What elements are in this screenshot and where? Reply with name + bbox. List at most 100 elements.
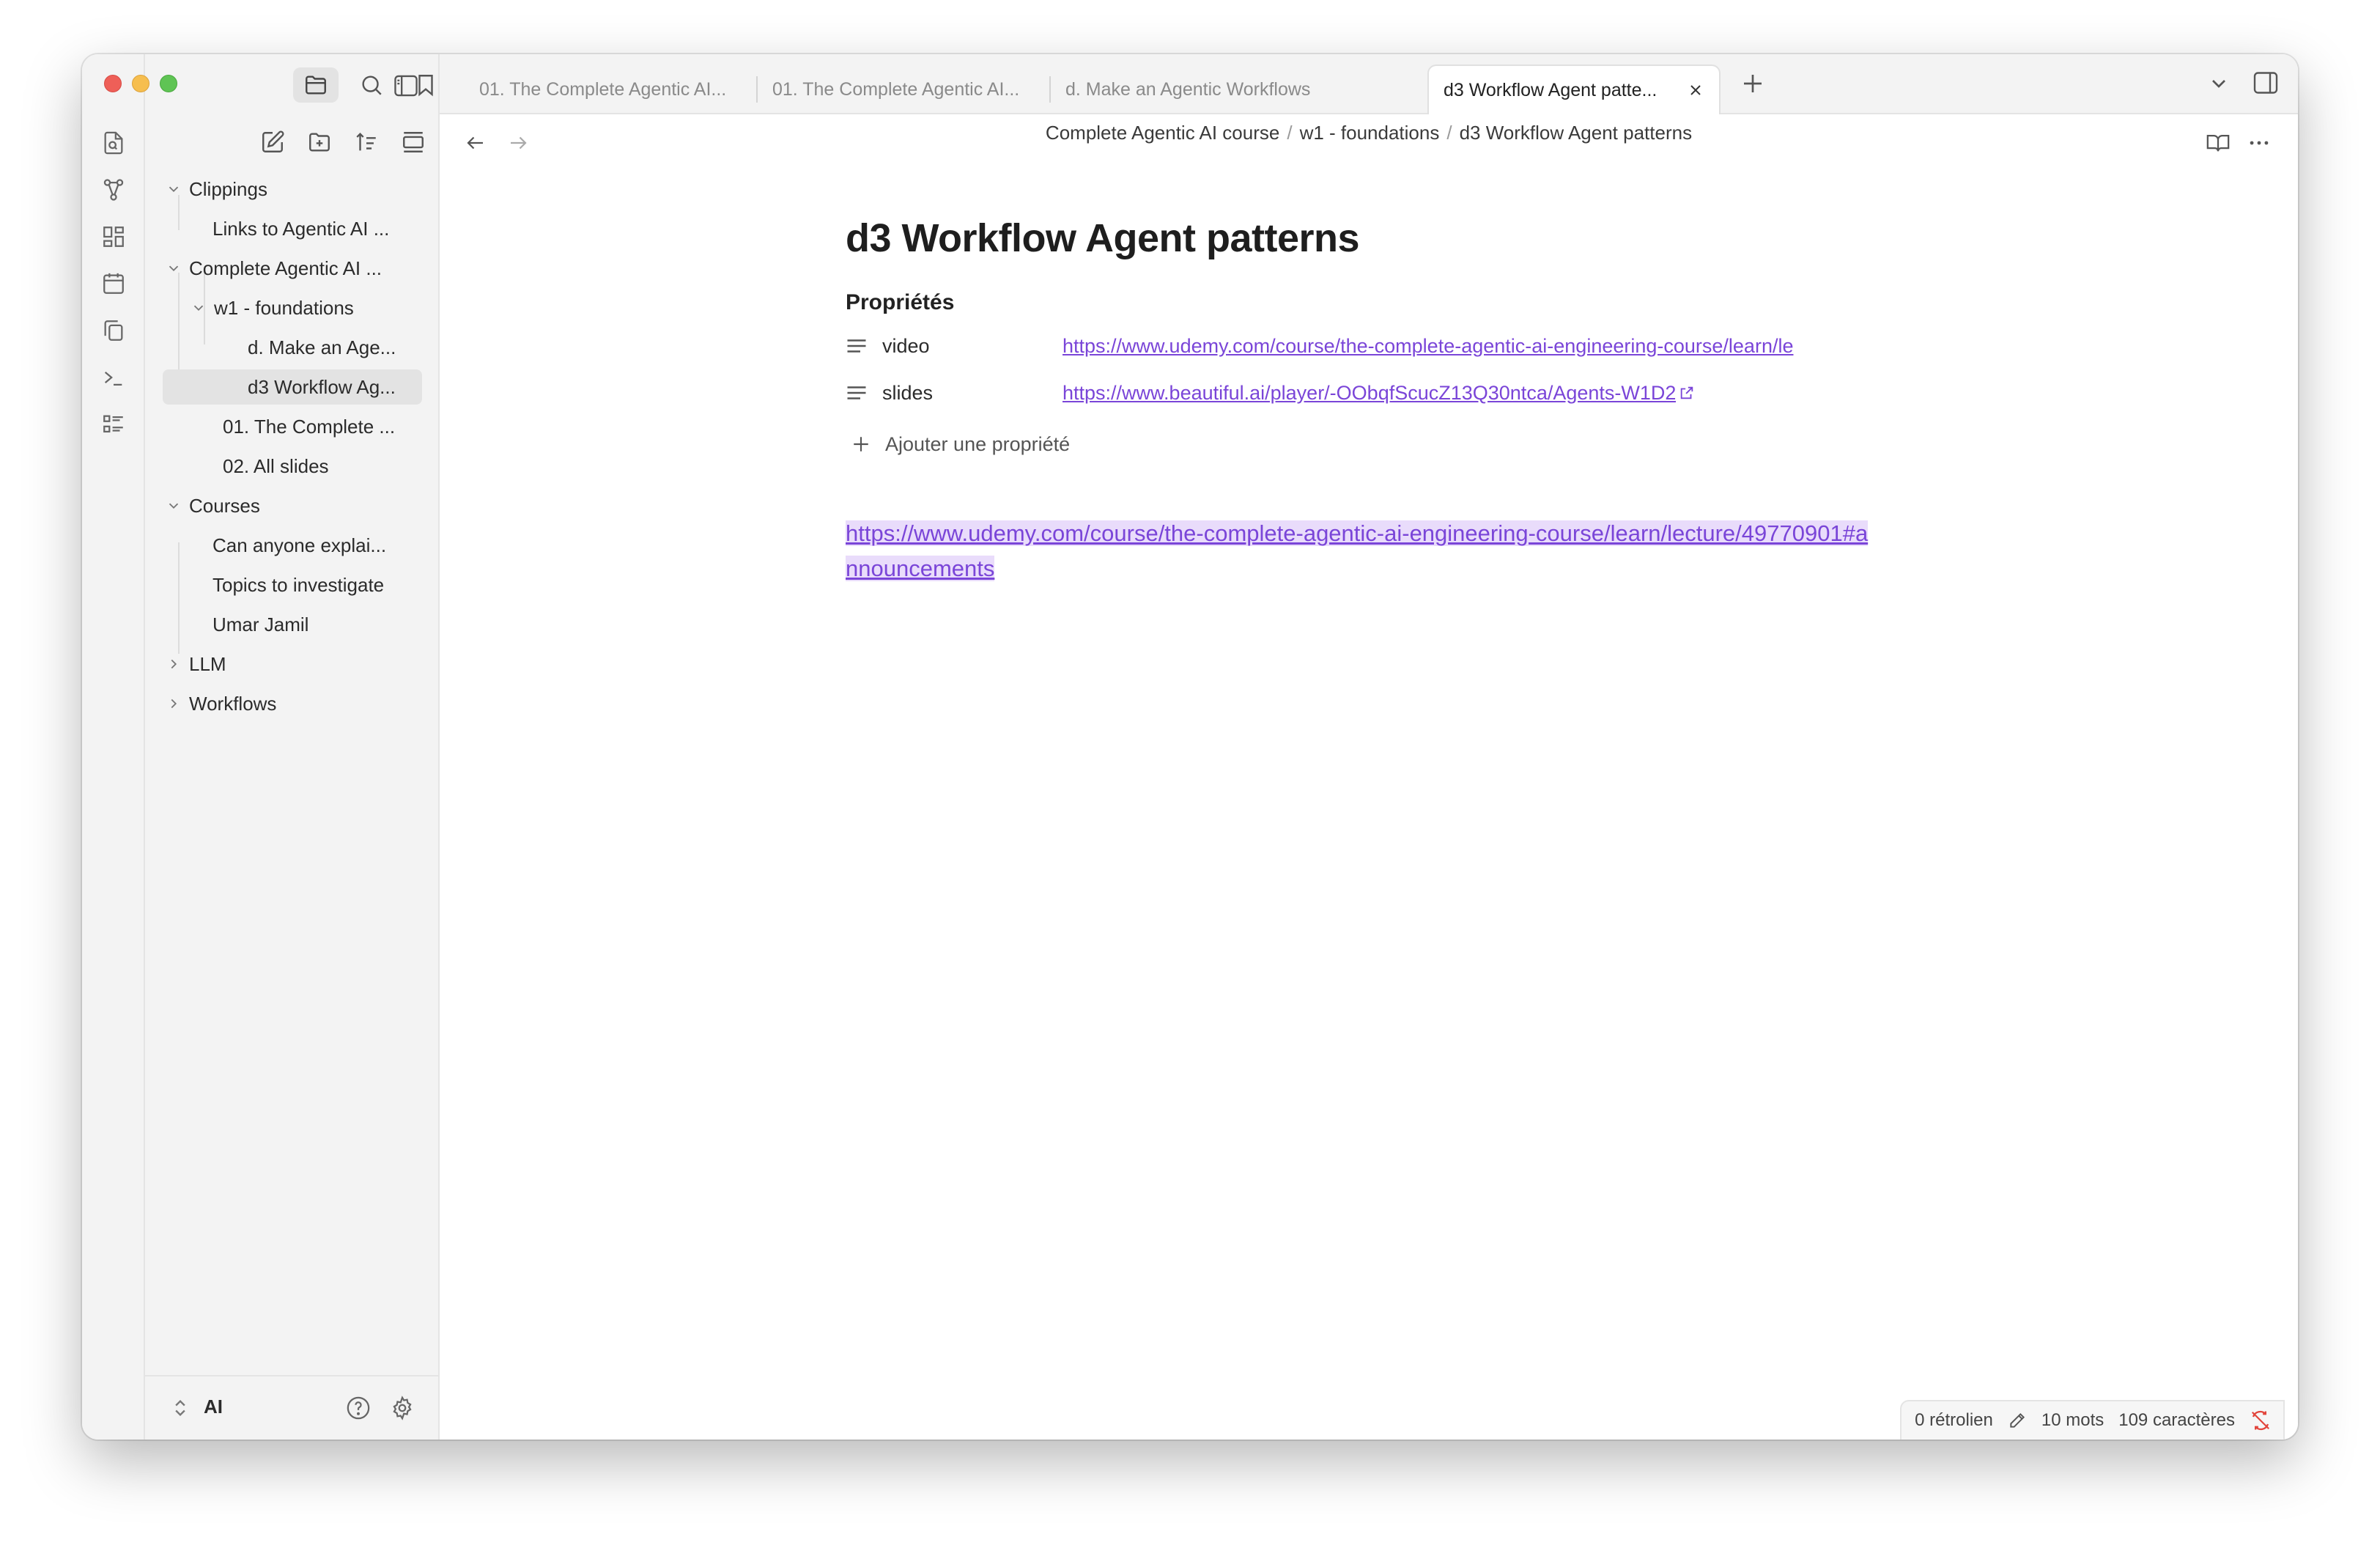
- body-link[interactable]: https://www.udemy.com/course/the-complet…: [846, 516, 1871, 586]
- folder-icon[interactable]: [293, 67, 339, 103]
- canvas-icon[interactable]: [98, 221, 129, 252]
- vault-name[interactable]: AI: [204, 1396, 223, 1418]
- ribbon: [82, 54, 145, 1440]
- add-property-label: Ajouter une propriété: [885, 432, 1071, 455]
- properties-heading[interactable]: Propriétés: [846, 290, 1871, 315]
- tree-folder-courses[interactable]: Courses: [163, 488, 422, 523]
- add-property-button[interactable]: Ajouter une propriété: [846, 424, 1871, 465]
- text-lines-icon[interactable]: [846, 336, 871, 355]
- tree-file[interactable]: 02. All slides: [163, 449, 422, 484]
- tree-folder-w1-foundations[interactable]: w1 - foundations: [163, 290, 422, 325]
- close-window-button[interactable]: [104, 75, 122, 92]
- property-value-link[interactable]: https://www.beautiful.ai/player/-OObqfSc…: [1062, 382, 1676, 405]
- tree-item-label: d3 Workflow Ag...: [248, 375, 396, 398]
- zoom-window-button[interactable]: [160, 75, 177, 92]
- properties-list: video https://www.udemy.com/course/the-c…: [846, 322, 1871, 416]
- character-count: 109 caractères: [2118, 1410, 2235, 1430]
- tree-item-label: Courses: [189, 494, 260, 517]
- tab-01-complete-agentic[interactable]: 01. The Complete Agentic AI...: [465, 64, 755, 114]
- chevron-up-down-icon[interactable]: [170, 1397, 191, 1419]
- tree-item-label: Clippings: [189, 177, 267, 200]
- graph-icon[interactable]: [98, 174, 129, 205]
- tree-item-label: LLM: [189, 652, 226, 675]
- tree-file[interactable]: Topics to investigate: [163, 567, 422, 602]
- help-icon[interactable]: [346, 1396, 371, 1420]
- copy-icon[interactable]: [98, 315, 129, 346]
- tree-item-label: 01. The Complete ...: [223, 415, 396, 438]
- body-link-text[interactable]: https://www.udemy.com/course/the-complet…: [846, 520, 1869, 581]
- property-key[interactable]: slides: [882, 382, 1062, 405]
- tree-item-label: Can anyone explai...: [212, 534, 387, 556]
- close-tab-icon[interactable]: [1687, 81, 1704, 99]
- minimize-window-button[interactable]: [132, 75, 149, 92]
- note-title[interactable]: d3 Workflow Agent patterns: [846, 215, 1871, 261]
- tree-item-label: Workflows: [189, 692, 277, 715]
- breadcrumb-item[interactable]: Complete Agentic AI course: [1046, 122, 1279, 144]
- new-tab-icon[interactable]: [1740, 70, 1766, 97]
- breadcrumb-separator: /: [1287, 122, 1293, 144]
- tab-label: d3 Workflow Agent patte...: [1444, 79, 1658, 100]
- tree-file-active[interactable]: d3 Workflow Ag...: [163, 369, 422, 405]
- tab-list-chevron-icon[interactable]: [2207, 72, 2231, 95]
- gear-icon[interactable]: [390, 1396, 415, 1420]
- new-folder-icon[interactable]: [303, 126, 336, 158]
- tree-folder-workflows[interactable]: Workflows: [163, 686, 422, 721]
- property-value-link[interactable]: https://www.udemy.com/course/the-complet…: [1062, 335, 1864, 358]
- backlinks-count[interactable]: 0 rétrolien: [1915, 1410, 1993, 1431]
- file-explorer-sidebar: Clippings Links to Agentic AI ... Comple…: [104, 54, 440, 1440]
- file-search-icon[interactable]: [98, 128, 129, 158]
- app-window: Clippings Links to Agentic AI ... Comple…: [82, 54, 2298, 1440]
- tab-01-complete-agentic-2[interactable]: 01. The Complete Agentic AI...: [758, 64, 1048, 114]
- chevron-down-icon: [163, 257, 185, 279]
- chevron-down-icon: [163, 178, 185, 200]
- tree-item-label: Complete Agentic AI ...: [189, 257, 382, 279]
- terminal-icon[interactable]: [98, 362, 129, 393]
- edit-pencil-icon[interactable]: [2008, 1411, 2027, 1430]
- breadcrumb-item[interactable]: w1 - foundations: [1300, 122, 1440, 144]
- calendar-icon[interactable]: [98, 268, 129, 299]
- tab-label: 01. The Complete Agentic AI...: [479, 78, 727, 100]
- plus-icon: [851, 435, 873, 454]
- tree-file[interactable]: 01. The Complete ...: [163, 409, 422, 444]
- sort-icon[interactable]: [350, 126, 382, 158]
- property-row-video: video https://www.udemy.com/course/the-c…: [846, 322, 1871, 369]
- tree-file[interactable]: Links to Agentic AI ...: [163, 211, 422, 246]
- breadcrumb-current[interactable]: d3 Workflow Agent patterns: [1460, 122, 1692, 144]
- chevron-right-icon: [163, 653, 185, 675]
- vault-switcher-bar: AI: [145, 1375, 438, 1440]
- status-bar: 0 rétrolien 10 mots 109 caractères: [1900, 1400, 2285, 1440]
- tree-folder-llm[interactable]: LLM: [163, 646, 422, 682]
- breadcrumb-separator: /: [1446, 122, 1452, 144]
- chevron-right-icon: [163, 693, 185, 715]
- tree-item-label: Topics to investigate: [212, 573, 385, 596]
- right-sidebar-toggle-icon[interactable]: [2252, 70, 2279, 95]
- tab-label: 01. The Complete Agentic AI...: [772, 78, 1020, 100]
- sync-error-icon[interactable]: [2250, 1409, 2272, 1431]
- tree-folder-clippings[interactable]: Clippings: [163, 172, 422, 207]
- tree-item-label: Links to Agentic AI ...: [212, 217, 390, 240]
- tab-label: d. Make an Agentic Workflows: [1065, 78, 1311, 100]
- chevron-down-icon: [163, 495, 185, 517]
- tab-d3-workflow-agent-patterns[interactable]: d3 Workflow Agent patte...: [1427, 64, 1721, 114]
- new-note-icon[interactable]: [256, 126, 289, 158]
- tree-item-label: 02. All slides: [223, 454, 329, 477]
- external-link-icon: [1679, 385, 1695, 401]
- file-explorer-actions: [145, 122, 438, 163]
- tree-folder-complete-agentic-ai[interactable]: Complete Agentic AI ...: [163, 251, 422, 286]
- collapse-all-icon[interactable]: [397, 126, 429, 158]
- text-lines-icon[interactable]: [846, 383, 871, 402]
- tree-file[interactable]: d. Make an Age...: [163, 330, 422, 365]
- sidebar-toggle-icon[interactable]: [385, 69, 426, 103]
- tree-item-label: w1 - foundations: [214, 296, 354, 319]
- tree-file[interactable]: Can anyone explai...: [163, 528, 422, 563]
- tab-make-agentic-workflows[interactable]: d. Make an Agentic Workflows: [1051, 64, 1341, 114]
- chevron-down-icon: [188, 297, 210, 319]
- property-key[interactable]: video: [882, 335, 1062, 358]
- editor-pane: 01. The Complete Agentic AI... 01. The C…: [394, 54, 2298, 1440]
- list-icon[interactable]: [98, 409, 129, 440]
- word-count: 10 mots: [2041, 1410, 2104, 1430]
- tree-file[interactable]: Umar Jamil: [163, 607, 422, 642]
- note-content: d3 Workflow Agent patterns Propriétés vi…: [846, 215, 1871, 586]
- property-row-slides: slides https://www.beautiful.ai/player/-…: [846, 369, 1871, 416]
- breadcrumb: Complete Agentic AI course / w1 - foundati…: [440, 122, 2298, 144]
